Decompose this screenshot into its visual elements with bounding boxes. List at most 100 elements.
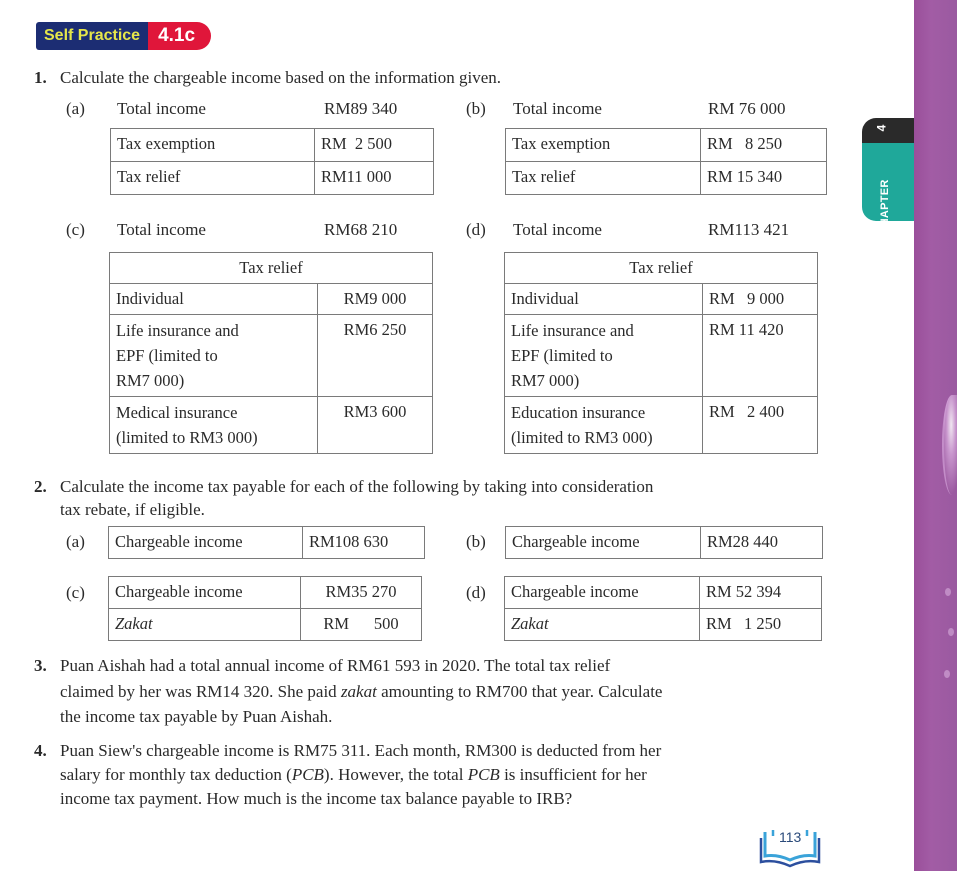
table-row: Tax exemption RM 2 500 xyxy=(110,128,434,162)
table-row: Tax relief RM 15 340 xyxy=(505,161,827,195)
table-row: Tax relief RM11 000 xyxy=(110,161,434,195)
q2c-table: Chargeable income RM35 270 Zakat RM 500 xyxy=(108,576,422,641)
total-income-value: RM 76 000 xyxy=(708,99,786,118)
cell-line: EPF (limited to xyxy=(511,346,613,365)
chapter-label: CHAPTER xyxy=(879,179,891,221)
question-text: Puan Aishah had a total annual income of… xyxy=(60,656,611,675)
table-row: Zakat RM 1 250 xyxy=(504,608,822,641)
page-number-badge: 113 xyxy=(757,826,823,871)
text-segment: claimed by her was RM14 320. She paid xyxy=(60,682,341,701)
table-cell: Zakat xyxy=(504,608,700,641)
text-segment-italic: PCB xyxy=(291,765,324,784)
water-drop-decoration xyxy=(945,588,951,596)
table-cell: RM108 630 xyxy=(302,526,425,559)
total-income-value: RM68 210 xyxy=(324,220,398,239)
table-cell: Tax exemption xyxy=(505,128,701,162)
table-cell: Medical insurance (limited to RM3 000) xyxy=(109,396,318,454)
table-cell: RM 9 000 xyxy=(702,283,818,315)
cell-line: (limited to RM3 000) xyxy=(511,428,653,447)
part-label: (c) xyxy=(66,583,85,602)
total-income-value: RM113 421 xyxy=(708,220,790,239)
question-number: 2. xyxy=(34,477,47,496)
cell-line: Life insurance and xyxy=(116,321,239,340)
table-row: Chargeable income RM28 440 xyxy=(505,526,823,559)
cell-line: RM7 000) xyxy=(511,371,580,390)
table-header: Tax relief xyxy=(109,252,433,284)
table-row: Zakat RM 500 xyxy=(108,608,422,641)
question-text: claimed by her was RM14 320. She paid za… xyxy=(60,682,662,702)
question-text: the income tax payable by Puan Aishah. xyxy=(60,707,333,726)
table-row: Life insurance and EPF (limited to RM7 0… xyxy=(109,314,433,397)
q2d-table: Chargeable income RM 52 394 Zakat RM 1 2… xyxy=(504,576,822,641)
table-row: Medical insurance (limited to RM3 000) R… xyxy=(109,396,433,454)
table-cell: RM 1 250 xyxy=(699,608,822,641)
badge-label: Self Practice xyxy=(36,22,155,50)
total-income-label: Total income xyxy=(117,220,206,239)
q1d-table: Tax relief Individual RM 9 000 Life insu… xyxy=(504,252,818,454)
table-row: Education insurance (limited to RM3 000)… xyxy=(504,396,818,454)
page-number: 113 xyxy=(779,829,802,845)
water-drop-decoration xyxy=(948,628,954,636)
table-cell: RM6 250 xyxy=(317,314,433,397)
question-text: salary for monthly tax deduction (PCB). … xyxy=(60,765,647,785)
table-row: Tax relief xyxy=(504,252,818,284)
text-segment: amounting to RM700 that year. Calculate xyxy=(376,682,663,701)
question-text: income tax payment. How much is the inco… xyxy=(60,789,573,808)
part-label: (c) xyxy=(66,220,85,239)
table-cell: Tax relief xyxy=(110,161,315,195)
table-row: Life insurance and EPF (limited to RM7 0… xyxy=(504,314,818,397)
cell-line: Medical insurance xyxy=(116,403,238,422)
part-label: (d) xyxy=(466,220,486,239)
q1c-table: Tax relief Individual RM9 000 Life insur… xyxy=(109,252,433,454)
table-cell: RM 15 340 xyxy=(700,161,827,195)
total-income-label: Total income xyxy=(513,99,602,118)
total-income-value: RM89 340 xyxy=(324,99,398,118)
q2b-table: Chargeable income RM28 440 xyxy=(505,526,823,559)
part-label: (b) xyxy=(466,532,486,551)
table-row: Tax relief xyxy=(109,252,433,284)
part-label: (a) xyxy=(66,532,85,551)
table-cell: Life insurance and EPF (limited to RM7 0… xyxy=(504,314,703,397)
question-prompt: tax rebate, if eligible. xyxy=(60,500,205,519)
table-cell: Education insurance (limited to RM3 000) xyxy=(504,396,703,454)
table-row: Chargeable income RM35 270 xyxy=(108,576,422,609)
table-cell: RM 11 420 xyxy=(702,314,818,397)
table-cell: RM 2 500 xyxy=(314,128,434,162)
total-income-label: Total income xyxy=(117,99,206,118)
question-prompt: Calculate the income tax payable for eac… xyxy=(60,477,654,496)
water-drop-decoration xyxy=(942,395,957,495)
table-cell: Chargeable income xyxy=(108,576,301,609)
cell-line: (limited to RM3 000) xyxy=(116,428,258,447)
table-cell: Life insurance and EPF (limited to RM7 0… xyxy=(109,314,318,397)
q1a-table: Tax exemption RM 2 500 Tax relief RM11 0… xyxy=(110,128,434,195)
cell-line: Education insurance xyxy=(511,403,646,422)
badge-code: 4.1c xyxy=(148,22,212,50)
text-segment: salary for monthly tax deduction ( xyxy=(60,765,292,784)
table-cell: RM9 000 xyxy=(317,283,433,315)
table-row: Chargeable income RM108 630 xyxy=(108,526,425,559)
question-prompt: Calculate the chargeable income based on… xyxy=(60,68,502,87)
text-segment: ). However, the total xyxy=(323,765,468,784)
table-row: Tax exemption RM 8 250 xyxy=(505,128,827,162)
table-cell: Chargeable income xyxy=(108,526,303,559)
cell-line: EPF (limited to xyxy=(116,346,218,365)
table-cell: Chargeable income xyxy=(504,576,700,609)
table-cell: Individual xyxy=(109,283,318,315)
total-income-label: Total income xyxy=(513,220,602,239)
table-cell: Chargeable income xyxy=(505,526,701,559)
part-label: (b) xyxy=(466,99,486,118)
text-segment: is insufficient for her xyxy=(499,765,647,784)
table-row: Individual RM 9 000 xyxy=(504,283,818,315)
table-header: Tax relief xyxy=(504,252,818,284)
table-cell: Individual xyxy=(504,283,703,315)
table-cell: RM28 440 xyxy=(700,526,823,559)
table-cell: RM 52 394 xyxy=(699,576,822,609)
chapter-tab[interactable]: 4 CHAPTER xyxy=(862,118,914,221)
chapter-number: 4 xyxy=(874,124,889,132)
table-cell: RM11 000 xyxy=(314,161,434,195)
part-label: (a) xyxy=(66,99,85,118)
self-practice-badge: Self Practice 4.1c xyxy=(36,22,212,50)
q2a-table: Chargeable income RM108 630 xyxy=(108,526,425,559)
table-cell: Tax exemption xyxy=(110,128,315,162)
question-number: 1. xyxy=(34,68,47,87)
